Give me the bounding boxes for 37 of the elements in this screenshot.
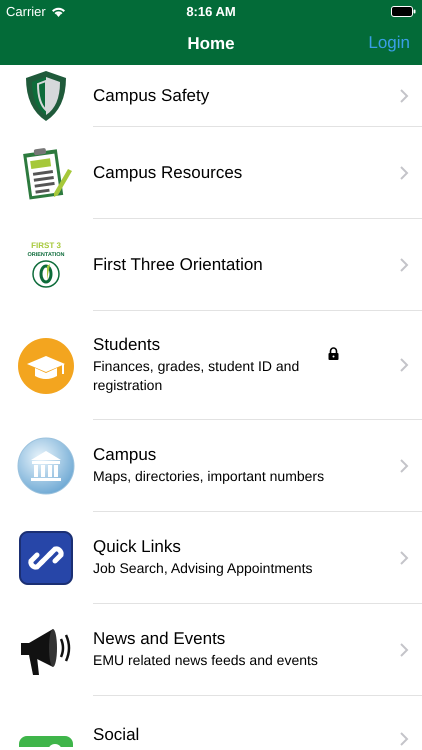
chevron-icon: [398, 164, 410, 180]
graduation-cap-icon: [16, 336, 74, 394]
menu-item[interactable]: Campus Resources: [93, 127, 422, 219]
menu-item[interactable]: Quick Links Job Search, Advising Appointments: [93, 512, 422, 604]
chevron-icon: [398, 642, 410, 658]
item-title: Campus: [93, 445, 158, 465]
item-subtitle: Finances, grades, student ID and registration: [93, 357, 300, 395]
menu-item[interactable]: News and Events EMU related news feeds and events: [93, 604, 422, 696]
item-title: Campus Resources: [93, 162, 244, 182]
item-title: Campus Safety: [93, 86, 210, 106]
chevron-icon: [398, 550, 410, 566]
chevron-icon: [398, 88, 410, 104]
social-icon: [18, 735, 74, 747]
screen-title: Home: [187, 34, 235, 54]
item-subtitle: Maps, directories, important numbers: [93, 467, 326, 486]
item-title: First Three Orientation: [93, 254, 264, 274]
chevron-icon: [398, 731, 410, 747]
wifi-icon: [50, 6, 66, 16]
shield-icon: [24, 70, 68, 122]
menu-item[interactable]: First Three Orientation: [93, 219, 422, 311]
item-title: Students: [93, 335, 162, 355]
item-title: Quick Links: [93, 537, 182, 557]
chevron-icon: [398, 256, 410, 272]
menu-item[interactable]: Campus Safety: [93, 65, 422, 127]
menu-item[interactable]: Social: [93, 696, 422, 747]
item-subtitle: EMU related news feeds and events: [93, 651, 319, 670]
item-subtitle: Job Search, Advising Appointments: [93, 559, 314, 578]
clock: 8:16 AM: [186, 4, 236, 18]
chevron-icon: [398, 458, 410, 474]
item-title: News and Events: [93, 629, 226, 649]
battery-icon: [391, 6, 416, 16]
chevron-icon: [398, 357, 410, 373]
building-icon: [16, 437, 74, 495]
link-icon: [18, 531, 72, 585]
menu-item[interactable]: Campus Maps, directories, important numbers: [93, 420, 422, 512]
carrier-label: Carrier: [6, 4, 46, 18]
item-title: Social: [93, 725, 140, 745]
